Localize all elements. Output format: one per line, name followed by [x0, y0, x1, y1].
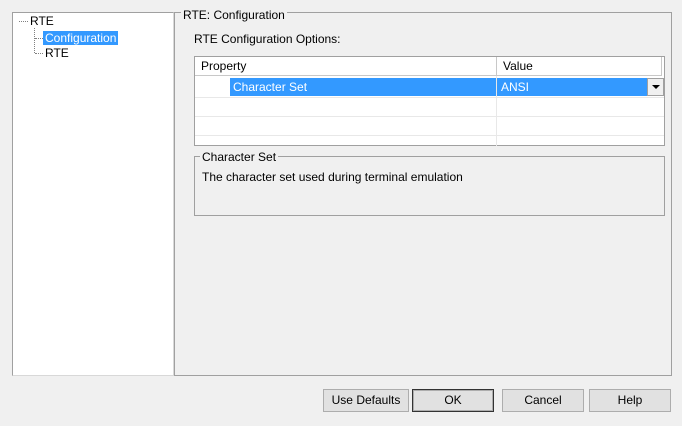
value-cell-character-set[interactable]: ANSI: [497, 78, 647, 96]
help-button[interactable]: Help: [589, 389, 671, 412]
column-header-property[interactable]: Property: [195, 57, 497, 76]
description-title: Character Set: [200, 150, 279, 164]
tree-item-rte[interactable]: RTE: [45, 46, 69, 60]
property-grid[interactable]: Property Value Character Set ANSI: [194, 56, 665, 146]
cancel-button[interactable]: Cancel: [502, 389, 584, 412]
grid-line: [195, 135, 664, 136]
tree-connector: [34, 28, 35, 53]
grid-line: [195, 116, 664, 117]
column-separator: [661, 57, 662, 76]
column-header-value[interactable]: Value: [497, 57, 661, 76]
grid-line: [195, 97, 664, 98]
tree-connector: [35, 38, 43, 39]
panel-title: RTE: Configuration: [181, 8, 287, 22]
tree-item-rte-root[interactable]: RTE: [30, 14, 54, 28]
use-defaults-button[interactable]: Use Defaults: [323, 389, 409, 412]
description-box: [194, 156, 665, 216]
tree-connector: [35, 53, 43, 54]
options-label: RTE Configuration Options:: [194, 32, 341, 46]
description-text: The character set used during terminal e…: [202, 170, 463, 184]
property-cell-character-set[interactable]: Character Set: [230, 78, 496, 96]
tree-connector: [19, 21, 28, 22]
chevron-down-icon: [652, 85, 660, 89]
tree-item-configuration[interactable]: Configuration: [43, 31, 119, 45]
ok-button[interactable]: OK: [412, 389, 494, 412]
value-dropdown-button[interactable]: [647, 78, 664, 96]
navigation-tree[interactable]: [12, 12, 174, 376]
